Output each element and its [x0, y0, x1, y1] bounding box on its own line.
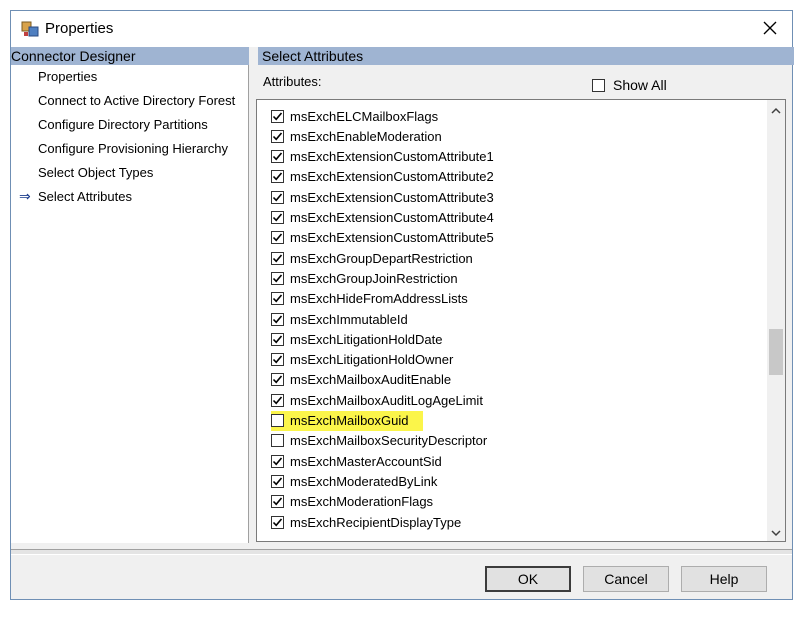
vertical-scrollbar[interactable]: [767, 100, 785, 541]
attribute-name: msExchMailboxGuid: [290, 413, 409, 428]
close-button[interactable]: [748, 11, 792, 47]
show-all-label: Show All: [613, 77, 667, 93]
checked-checkbox[interactable]: [271, 231, 284, 245]
nav-item-configure-provisioning-hierarchy[interactable]: Configure Provisioning Hierarchy: [38, 141, 228, 156]
cancel-button[interactable]: Cancel: [583, 566, 669, 592]
attribute-name: msExchHideFromAddressLists: [290, 291, 468, 307]
checked-checkbox[interactable]: [271, 373, 284, 387]
checked-checkbox[interactable]: [271, 170, 284, 184]
checked-checkbox[interactable]: [271, 292, 284, 306]
scroll-up-button[interactable]: [767, 100, 785, 118]
attribute-name: msExchModeratedByLink: [290, 473, 438, 489]
attribute-row[interactable]: msExchModerationFlags: [271, 492, 435, 512]
attribute-name: msExchExtensionCustomAttribute1: [290, 149, 494, 165]
checked-checkbox[interactable]: [271, 332, 284, 346]
checked-checkbox[interactable]: [271, 312, 284, 326]
attribute-name: msExchImmutableId: [290, 311, 408, 327]
connector-designer-header: Connector Designer: [11, 47, 249, 65]
properties-dialog: Properties Connector Designer Properties…: [10, 10, 794, 600]
scrollbar-thumb[interactable]: [769, 329, 783, 375]
checked-checkbox[interactable]: [271, 109, 284, 123]
checked-checkbox[interactable]: [271, 474, 284, 488]
attribute-row[interactable]: msExchLitigationHoldDate: [271, 329, 444, 349]
attribute-row[interactable]: msExchGroupDepartRestriction: [271, 248, 475, 268]
attribute-row[interactable]: msExchHideFromAddressLists: [271, 289, 470, 309]
attribute-row[interactable]: msExchMailboxSecurityDescriptor: [271, 431, 489, 451]
checked-checkbox[interactable]: [271, 515, 284, 529]
attribute-name: msExchMailboxAuditLogAgeLimit: [290, 392, 483, 408]
attribute-name: msExchModerationFlags: [290, 494, 434, 510]
attribute-name: msExchEnableModeration: [290, 128, 442, 144]
attribute-name: msExchRecipientDisplayType: [290, 514, 462, 530]
show-all-checkbox-box[interactable]: [592, 78, 605, 92]
unchecked-checkbox[interactable]: [271, 434, 284, 448]
show-all-checkbox[interactable]: Show All: [592, 77, 667, 93]
attribute-name: msExchLitigationHoldOwner: [290, 352, 454, 368]
checked-checkbox[interactable]: [271, 495, 284, 509]
attribute-name: msExchMailboxAuditEnable: [290, 372, 452, 388]
attribute-name: msExchLitigationHoldDate: [290, 331, 443, 347]
attribute-row[interactable]: msExchExtensionCustomAttribute3: [271, 187, 496, 207]
nav-item-connect-to-active-directory-forest[interactable]: Connect to Active Directory Forest: [38, 93, 235, 108]
nav-item-select-object-types[interactable]: Select Object Types: [38, 165, 153, 180]
select-attributes-header: Select Attributes: [258, 47, 794, 65]
attribute-row[interactable]: msExchModeratedByLink: [271, 471, 439, 491]
attribute-name: msExchExtensionCustomAttribute5: [290, 230, 494, 246]
nav-item-configure-directory-partitions[interactable]: Configure Directory Partitions: [38, 117, 208, 132]
checked-checkbox[interactable]: [271, 251, 284, 265]
attribute-name: msExchExtensionCustomAttribute2: [290, 169, 494, 185]
attribute-row[interactable]: msExchImmutableId: [271, 309, 410, 329]
attribute-row[interactable]: msExchMasterAccountSid: [271, 451, 444, 471]
help-button[interactable]: Help: [681, 566, 767, 592]
wizard-nav-panel: Properties Connect to Active Directory Fo…: [11, 65, 249, 543]
current-step-arrow-icon: ⇒: [19, 188, 31, 204]
window-title: Properties: [45, 20, 114, 37]
footer-separator: [11, 549, 792, 555]
attribute-row[interactable]: msExchELCMailboxFlags: [271, 106, 440, 126]
attribute-row[interactable]: msExchEnableModeration: [271, 126, 444, 146]
close-icon: [763, 21, 777, 38]
attribute-row[interactable]: msExchRecipientDisplayType: [271, 512, 463, 532]
checked-checkbox[interactable]: [271, 353, 284, 367]
checked-checkbox[interactable]: [271, 190, 284, 204]
ok-button[interactable]: OK: [485, 566, 571, 592]
nav-item-select-attributes[interactable]: Select Attributes: [38, 189, 132, 204]
checked-checkbox[interactable]: [271, 393, 284, 407]
attribute-row[interactable]: msExchMailboxAuditLogAgeLimit: [271, 390, 485, 410]
attribute-row[interactable]: msExchMailboxAuditEnable: [271, 370, 453, 390]
attribute-name: msExchMasterAccountSid: [290, 453, 442, 469]
attribute-row[interactable]: msExchMailboxGuid: [271, 410, 423, 431]
chevron-down-icon: [771, 525, 781, 540]
chevron-up-icon: [771, 102, 781, 117]
attributes-list[interactable]: msExchELCMailboxFlags msExchEnableModerat…: [256, 99, 786, 542]
attribute-row[interactable]: msExchExtensionCustomAttribute5: [271, 228, 496, 248]
checked-checkbox[interactable]: [271, 211, 284, 224]
checked-checkbox[interactable]: [271, 129, 284, 143]
attribute-name: msExchGroupDepartRestriction: [290, 250, 473, 266]
attribute-row[interactable]: msExchExtensionCustomAttribute1: [271, 147, 496, 167]
attribute-name: msExchMailboxSecurityDescriptor: [290, 433, 488, 449]
properties-icon: [21, 20, 39, 38]
attribute-row[interactable]: msExchExtensionCustomAttribute4: [271, 208, 496, 228]
nav-item-properties[interactable]: Properties: [38, 69, 97, 84]
checked-checkbox[interactable]: [271, 454, 284, 468]
attribute-row[interactable]: msExchLitigationHoldOwner: [271, 350, 455, 370]
checked-checkbox[interactable]: [271, 150, 284, 164]
attribute-row[interactable]: msExchExtensionCustomAttribute2: [271, 167, 496, 187]
attribute-row[interactable]: msExchGroupJoinRestriction: [271, 268, 460, 288]
scroll-down-button[interactable]: [767, 523, 785, 541]
attribute-name: msExchExtensionCustomAttribute3: [290, 189, 494, 205]
checked-checkbox[interactable]: [271, 271, 284, 285]
attribute-name: msExchELCMailboxFlags: [290, 108, 439, 124]
attribute-name: msExchGroupJoinRestriction: [290, 270, 458, 286]
unchecked-checkbox[interactable]: [271, 414, 284, 427]
title-bar: Properties: [11, 11, 792, 47]
attribute-name: msExchExtensionCustomAttribute4: [290, 210, 494, 225]
attributes-label: Attributes:: [263, 74, 322, 89]
dialog-body: Connector Designer Properties Connect to …: [11, 47, 794, 599]
